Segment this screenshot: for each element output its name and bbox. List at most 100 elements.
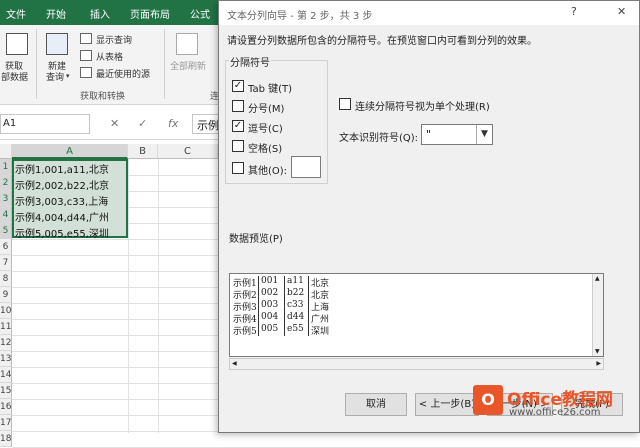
cancel-button[interactable]: 取消 <box>345 393 407 416</box>
data-preview[interactable]: 示例1 示例2 示例3 示例4 示例5 001 002 003 004 005 a11 b22 c3… <box>229 273 604 357</box>
from-table-button[interactable]: 从表格 <box>96 50 123 63</box>
space-checkbox-label[interactable]: 空格(S) <box>248 140 282 155</box>
tab-home[interactable]: 开始 <box>46 6 66 21</box>
cell-a4[interactable]: 示例4,004,d44,广州 <box>15 209 109 224</box>
preview-cell: 示例5 <box>233 327 257 337</box>
get-data-label-2[interactable]: 部数据 <box>1 70 28 83</box>
cell-a5[interactable]: 示例5,005,e55,深圳 <box>15 225 109 240</box>
row-header[interactable]: 1 <box>0 159 12 175</box>
row-header[interactable]: 10 <box>0 303 12 319</box>
show-query-button[interactable]: 显示查询 <box>96 33 132 46</box>
scroll-left-icon[interactable]: ◀ <box>232 360 237 367</box>
row-header[interactable]: 18 <box>0 431 12 447</box>
text-qualifier-value: " <box>426 128 432 141</box>
dialog-title: 文本分列向导 - 第 2 步，共 3 步 <box>227 11 373 22</box>
other-checkbox[interactable] <box>232 162 244 174</box>
tab-checkbox-label[interactable]: Tab 键(T) <box>248 80 292 95</box>
preview-cell: 北京 <box>311 279 330 289</box>
tab-insert[interactable]: 插入 <box>90 6 110 21</box>
preview-column-3: a11 b22 c33 d44 e55 <box>287 276 304 336</box>
preview-cell: 广州 <box>311 315 330 325</box>
semicolon-checkbox-label[interactable]: 分号(M) <box>248 100 284 115</box>
column-header-c[interactable]: C <box>158 144 218 159</box>
tab-formulas[interactable]: 公式 <box>190 6 210 21</box>
row-header[interactable]: 7 <box>0 255 12 271</box>
row-header[interactable]: 6 <box>0 239 12 255</box>
preview-vertical-scrollbar[interactable]: ▲ ▼ <box>592 274 603 356</box>
preview-column-2: 001 002 003 004 005 <box>261 276 278 336</box>
preview-cell: 示例2 <box>233 291 257 301</box>
row-header[interactable]: 14 <box>0 367 12 383</box>
preview-cell: 北京 <box>311 291 330 301</box>
dialog-instruction: 请设置分列数据所包含的分隔符号。在预览窗口内可看到分列的效果。 <box>227 36 537 47</box>
preview-cell: 001 <box>261 276 279 286</box>
text-qualifier-label: 文本识别符号(Q): <box>339 133 419 144</box>
refresh-icon <box>176 33 198 55</box>
other-checkbox-label[interactable]: 其他(O): <box>248 162 287 177</box>
consecutive-delimiters-checkbox[interactable] <box>339 98 351 110</box>
check-icon[interactable]: ✓ <box>138 117 147 130</box>
preview-column-1: 示例1 示例2 示例3 示例4 示例5 <box>233 276 257 337</box>
preview-cell: 003 <box>261 300 279 310</box>
row-header[interactable]: 15 <box>0 383 12 399</box>
dialog-titlebar[interactable]: 文本分列向导 - 第 2 步，共 3 步 ? ✕ <box>219 1 639 25</box>
grid-line <box>128 159 129 433</box>
row-header[interactable]: 5 <box>0 223 12 239</box>
cancel-icon[interactable]: ✕ <box>110 117 119 130</box>
semicolon-checkbox[interactable] <box>232 100 244 112</box>
preview-cell: a11 <box>287 276 304 286</box>
back-button[interactable]: < 上一步(B) <box>415 393 479 416</box>
cell-a2[interactable]: 示例2,002,b22,北京 <box>15 177 109 192</box>
data-preview-label: 数据预览(P) <box>229 234 283 245</box>
preview-cell: c33 <box>287 300 304 310</box>
comma-checkbox-label[interactable]: 逗号(C) <box>248 120 283 135</box>
text-qualifier-select[interactable]: " ▼ <box>421 124 493 145</box>
office-logo-icon: O <box>473 385 503 415</box>
group-label-get-transform: 获取和转换 <box>80 92 126 102</box>
row-header[interactable]: 4 <box>0 207 12 223</box>
ribbon-separator <box>36 29 37 99</box>
text-import-wizard-dialog: 文本分列向导 - 第 2 步，共 3 步 ? ✕ 请设置分列数据所包含的分隔符号… <box>218 0 640 433</box>
column-header-b[interactable]: B <box>128 144 158 159</box>
row-header[interactable]: 11 <box>0 319 12 335</box>
space-checkbox[interactable] <box>232 140 244 152</box>
watermark-url: www.office26.com <box>509 407 601 418</box>
name-box[interactable]: A1 <box>0 114 90 134</box>
other-delimiter-input[interactable] <box>291 156 321 178</box>
preview-horizontal-scrollbar[interactable]: ◀ ▶ <box>229 358 604 370</box>
scroll-down-icon[interactable]: ▼ <box>595 348 600 355</box>
cell-a1[interactable]: 示例1,001,a11,北京 <box>15 161 109 176</box>
preview-cell: 004 <box>261 312 279 322</box>
close-icon[interactable]: ✕ <box>617 5 626 18</box>
row-header[interactable]: 3 <box>0 191 12 207</box>
preview-cell: 上海 <box>311 303 330 313</box>
row-header[interactable]: 8 <box>0 271 12 287</box>
tab-checkbox[interactable]: ✓ <box>232 80 244 92</box>
scroll-right-icon[interactable]: ▶ <box>596 360 601 367</box>
cell-a3[interactable]: 示例3,003,c33,上海 <box>15 193 108 208</box>
scroll-up-icon[interactable]: ▲ <box>595 275 600 282</box>
consecutive-delimiters-label[interactable]: 连续分隔符号视为单个处理(R) <box>355 98 490 113</box>
comma-checkbox[interactable]: ✓ <box>232 120 244 132</box>
refresh-all-button[interactable]: 全部刷新 <box>170 59 206 72</box>
tab-page-layout[interactable]: 页面布局 <box>130 6 170 21</box>
chevron-down-icon[interactable]: ▼ <box>476 125 492 144</box>
column-header-a[interactable]: A <box>12 144 128 159</box>
row-header[interactable]: 17 <box>0 415 12 431</box>
fx-icon[interactable]: fx <box>168 117 178 130</box>
tab-file[interactable]: 文件 <box>6 6 26 21</box>
grid-line <box>158 159 159 433</box>
preview-cell: 示例3 <box>233 303 257 313</box>
chevron-down-icon[interactable]: ▾ <box>66 72 70 80</box>
row-header[interactable]: 9 <box>0 287 12 303</box>
preview-cell: 示例4 <box>233 315 257 325</box>
row-header[interactable]: 16 <box>0 399 12 415</box>
row-header[interactable]: 13 <box>0 351 12 367</box>
recent-sources-button[interactable]: 最近使用的源 <box>96 67 150 80</box>
row-header[interactable]: 2 <box>0 175 12 191</box>
help-icon[interactable]: ? <box>571 5 577 18</box>
new-query-label-2[interactable]: 查询 <box>46 70 64 83</box>
select-all-corner[interactable] <box>0 144 12 159</box>
preview-cell: 深圳 <box>311 327 330 337</box>
row-header[interactable]: 12 <box>0 335 12 351</box>
